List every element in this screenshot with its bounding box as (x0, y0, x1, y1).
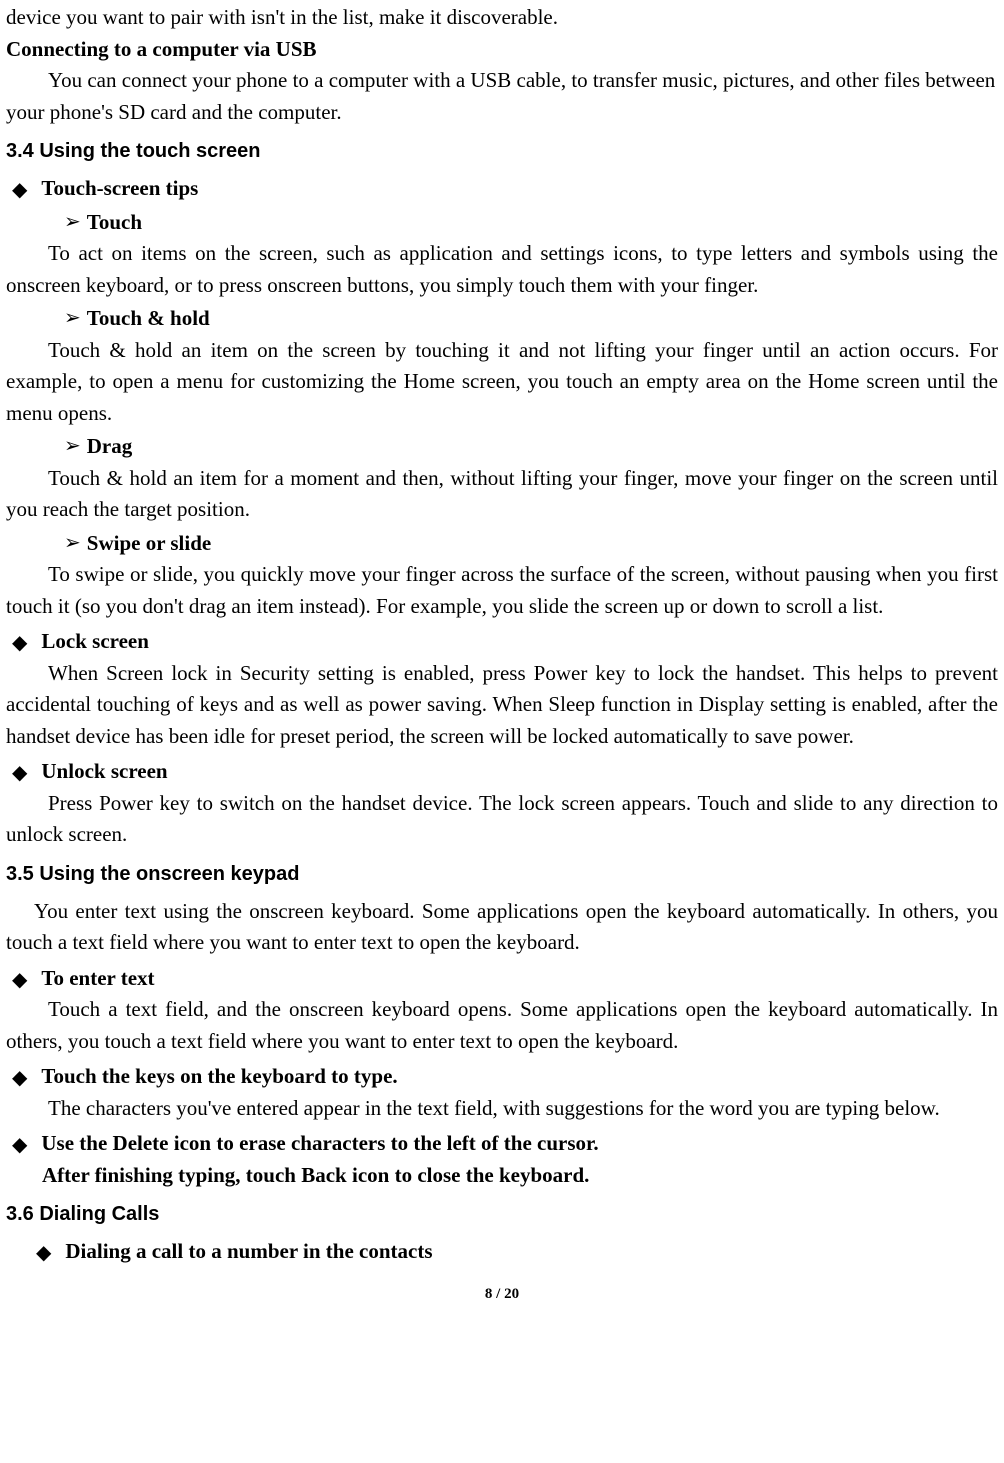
body-fragment: device you want to pair with isn't in th… (6, 2, 998, 34)
subbullet-label: Swipe or slide (87, 528, 211, 560)
bullet-touch-keys: ◆ Touch the keys on the keyboard to type… (12, 1061, 998, 1093)
subbullet-label: Touch (87, 207, 142, 239)
diamond-icon: ◆ (12, 1130, 27, 1160)
subbullet-touch-hold: ➢ Touch & hold (64, 303, 998, 335)
subbullet-touch: ➢ Touch (64, 207, 998, 239)
body-text: Press Power key to switch on the handset… (6, 788, 998, 851)
section-3-4-heading: 3.4 Using the touch screen (6, 140, 998, 163)
diamond-icon: ◆ (36, 1238, 51, 1268)
body-text: You enter text using the onscreen keyboa… (6, 896, 998, 959)
bullet-label: Dialing a call to a number in the contac… (65, 1236, 432, 1268)
bullet-label: Lock screen (41, 626, 149, 658)
section-3-6-heading: 3.6 Dialing Calls (6, 1203, 998, 1226)
body-text: Touch & hold an item for a moment and th… (6, 463, 998, 526)
arrow-icon: ➢ (64, 431, 81, 461)
body-bold-line: After finishing typing, touch Back icon … (42, 1160, 998, 1192)
bullet-touchscreen-tips: ◆ Touch-screen tips (12, 173, 998, 205)
body-text: To act on items on the screen, such as a… (6, 238, 998, 301)
bullet-lock-screen: ◆ Lock screen (12, 626, 998, 658)
bullet-label: Unlock screen (41, 756, 167, 788)
bullet-label: Touch-screen tips (41, 173, 198, 205)
diamond-icon: ◆ (12, 965, 27, 995)
diamond-icon: ◆ (12, 1063, 27, 1093)
bullet-enter-text: ◆ To enter text (12, 963, 998, 995)
bullet-label: Touch the keys on the keyboard to type. (41, 1061, 397, 1093)
document-page: device you want to pair with isn't in th… (0, 0, 1004, 1323)
arrow-icon: ➢ (64, 303, 81, 333)
diamond-icon: ◆ (12, 628, 27, 658)
body-text: The characters you've entered appear in … (6, 1093, 998, 1125)
body-text: To swipe or slide, you quickly move your… (6, 559, 998, 622)
body-text: When Screen lock in Security setting is … (6, 658, 998, 753)
diamond-icon: ◆ (12, 758, 27, 788)
bullet-label: Use the Delete icon to erase characters … (41, 1128, 598, 1160)
arrow-icon: ➢ (64, 528, 81, 558)
arrow-icon: ➢ (64, 207, 81, 237)
subbullet-drag: ➢ Drag (64, 431, 998, 463)
diamond-icon: ◆ (12, 175, 27, 205)
page-number: 8 / 20 (6, 1286, 998, 1303)
body-text: Touch & hold an item on the screen by to… (6, 335, 998, 430)
subbullet-label: Touch & hold (87, 303, 210, 335)
body-text: Touch a text field, and the onscreen key… (6, 994, 998, 1057)
bullet-label: To enter text (41, 963, 154, 995)
bullet-unlock-screen: ◆ Unlock screen (12, 756, 998, 788)
bullet-dialing: ◆ Dialing a call to a number in the cont… (36, 1236, 998, 1268)
section-heading-usb: Connecting to a computer via USB (6, 34, 998, 66)
section-3-5-heading: 3.5 Using the onscreen keypad (6, 863, 998, 886)
bullet-delete-icon: ◆ Use the Delete icon to erase character… (12, 1128, 998, 1160)
body-text: You can connect your phone to a computer… (6, 65, 998, 128)
subbullet-swipe: ➢ Swipe or slide (64, 528, 998, 560)
subbullet-label: Drag (87, 431, 133, 463)
